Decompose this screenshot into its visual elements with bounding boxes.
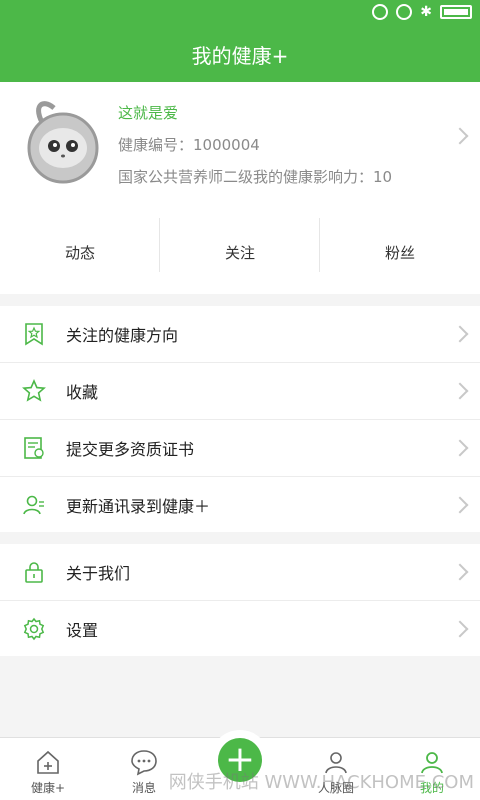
menu-item-about-us[interactable]: 关于我们 xyxy=(0,544,480,601)
chevron-right-icon xyxy=(451,382,469,400)
message-icon xyxy=(131,750,157,776)
star-icon xyxy=(22,379,46,402)
stat-label: 关注 xyxy=(224,243,255,262)
rotation-lock-icon xyxy=(372,4,389,20)
tab-health-plus[interactable]: 健康+ xyxy=(0,738,96,800)
stat-label: 动态 xyxy=(64,243,95,262)
avatar[interactable] xyxy=(22,96,104,186)
contacts-icon xyxy=(23,495,44,515)
alarm-icon xyxy=(396,4,413,20)
menu-item-label: 设置 xyxy=(66,621,99,640)
stat-following[interactable]: 关注 xyxy=(160,210,320,294)
certificate-icon xyxy=(24,437,44,459)
tab-label: 健康+ xyxy=(30,781,66,795)
status-icons: ✱ xyxy=(372,4,472,20)
tab-label: 消息 xyxy=(131,781,156,795)
lock-icon xyxy=(25,562,43,583)
chevron-right-icon xyxy=(451,439,469,457)
watermark: 网侠手机站 WWW.HACKHOME.COM xyxy=(168,772,474,793)
menu-item-label: 收藏 xyxy=(66,383,99,402)
menu-item-settings[interactable]: 设置 xyxy=(0,601,480,657)
stats-row: 动态 关注 粉丝 xyxy=(0,210,480,294)
chevron-right-icon xyxy=(451,496,469,514)
battery-icon xyxy=(440,5,472,19)
menu-item-favorites[interactable]: 收藏 xyxy=(0,363,480,420)
profile-influence: 国家公共营养师二级我的健康影响力：10 xyxy=(118,168,393,186)
profile-card[interactable]: 这就是爱 健康编号：1000004 国家公共营养师二级我的健康影响力：10 xyxy=(0,82,480,210)
bookmark-star-icon xyxy=(25,323,43,346)
profile-id: 健康编号：1000004 xyxy=(118,136,260,154)
gear-icon xyxy=(23,617,45,641)
stat-label: 粉丝 xyxy=(384,243,415,262)
chevron-right-icon xyxy=(451,325,469,343)
profile-name: 这就是爱 xyxy=(118,104,179,122)
chevron-right-icon xyxy=(451,620,469,638)
menu-item-certificates[interactable]: 提交更多资质证书 xyxy=(0,420,480,477)
menu-item-label: 提交更多资质证书 xyxy=(66,440,195,459)
status-bar: ✱ xyxy=(0,0,480,26)
page-title: 我的健康+ xyxy=(191,43,289,68)
stat-dynamics[interactable]: 动态 xyxy=(0,210,160,294)
bluetooth-icon: ✱ xyxy=(420,4,432,20)
chevron-right-icon xyxy=(451,127,469,145)
stat-fans[interactable]: 粉丝 xyxy=(320,210,480,294)
menu-item-label: 关注的健康方向 xyxy=(66,326,179,345)
menu-item-label: 关于我们 xyxy=(66,564,131,583)
title-bar: 我的健康+ xyxy=(0,26,480,82)
chevron-right-icon xyxy=(451,563,469,581)
menu-group-1: 关注的健康方向 收藏 提交更多资质证书 更新通讯录到健康＋ xyxy=(0,306,480,532)
home-icon xyxy=(37,750,59,774)
menu-group-2: 关于我们 设置 xyxy=(0,544,480,656)
menu-item-update-contacts[interactable]: 更新通讯录到健康＋ xyxy=(0,477,480,533)
menu-item-health-directions[interactable]: 关注的健康方向 xyxy=(0,306,480,363)
menu-item-label: 更新通讯录到健康＋ xyxy=(66,497,211,516)
